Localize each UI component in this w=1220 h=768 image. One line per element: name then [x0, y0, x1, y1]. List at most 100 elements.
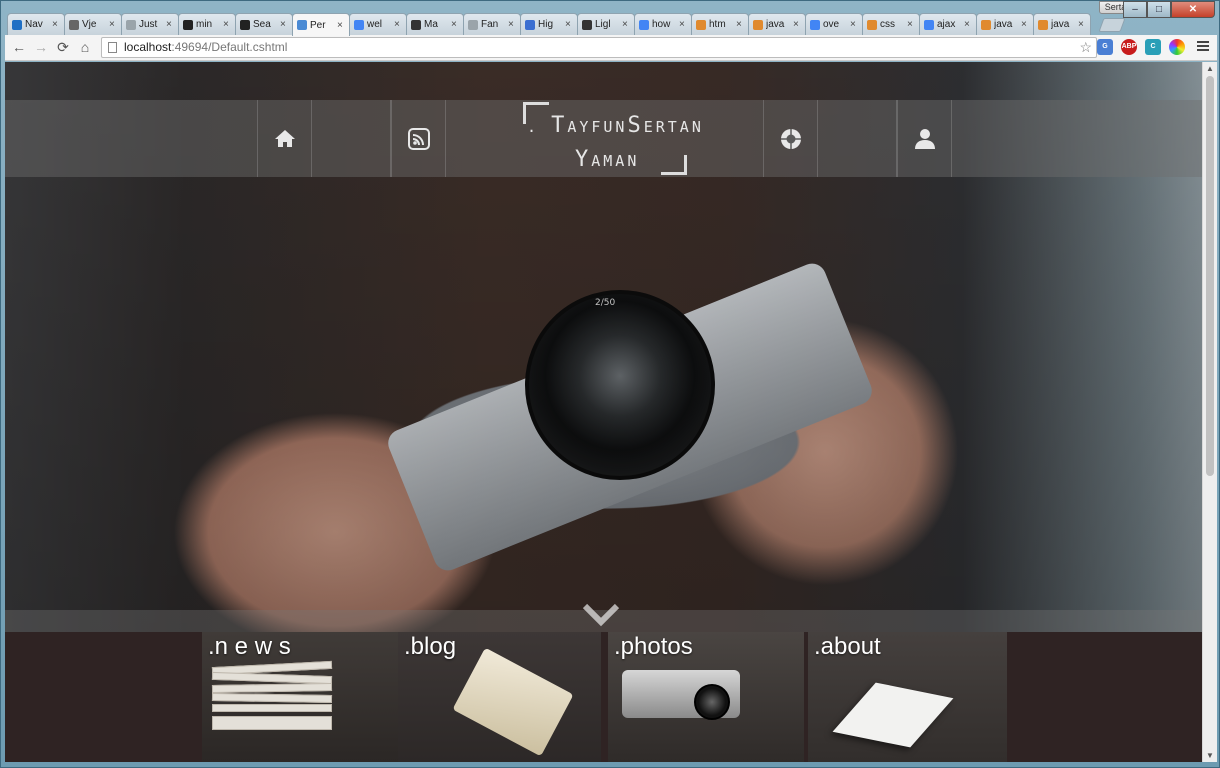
stack-icon [1038, 19, 1048, 30]
address-bar[interactable]: localhost:49694/Default.cshtml ☆ [101, 37, 1097, 58]
color-picker-icon[interactable] [1169, 39, 1185, 55]
tab-how[interactable]: how × [634, 13, 692, 35]
tab-ajax[interactable]: ajax × [919, 13, 977, 35]
tab-htm[interactable]: htm × [691, 13, 749, 35]
tab-label: java [994, 19, 1013, 30]
nav-home[interactable] [257, 100, 312, 177]
tab-ma[interactable]: Ma × [406, 13, 464, 35]
nav-photos[interactable] [763, 100, 818, 177]
tab-ligl[interactable]: Ligl × [577, 13, 635, 35]
translate-icon[interactable]: G [1097, 39, 1113, 55]
address-path: :49694/Default.cshtml [171, 40, 288, 54]
close-tab-icon[interactable]: × [1021, 19, 1029, 30]
close-tab-icon[interactable]: × [223, 19, 231, 30]
close-tab-icon[interactable]: × [736, 19, 744, 30]
google-icon [924, 19, 934, 30]
lens-marking: 2/50 [595, 298, 616, 308]
github-icon [183, 19, 193, 30]
close-tab-icon[interactable]: × [394, 19, 402, 30]
tab-label: ove [823, 19, 840, 30]
user-icon [914, 128, 935, 149]
tab-java[interactable]: java × [976, 13, 1034, 35]
home-icon [274, 129, 295, 147]
tile-blog[interactable]: .blog [398, 632, 601, 762]
tab-label: Ma [424, 19, 438, 30]
page-icon [108, 42, 117, 53]
tab-label: Hig [538, 19, 554, 30]
tab-wel[interactable]: wel × [349, 13, 407, 35]
tab-java[interactable]: java × [1033, 13, 1091, 35]
tab-per[interactable]: Per × [292, 13, 350, 36]
stack-icon [696, 19, 706, 30]
reload-button[interactable]: ⟳ [55, 39, 71, 55]
close-tab-icon[interactable]: × [508, 19, 516, 30]
tab-nav[interactable]: Nav × [7, 13, 65, 35]
tab-hig[interactable]: Hig × [520, 13, 578, 35]
extension-c-icon[interactable]: C [1145, 39, 1161, 55]
scroll-down-chevron-icon[interactable] [581, 594, 621, 634]
google-icon [639, 19, 649, 30]
page-icon [297, 20, 307, 30]
home-button[interactable]: ⌂ [77, 39, 93, 55]
google-icon [354, 19, 364, 30]
scrollbar-thumb[interactable] [1206, 76, 1214, 476]
ie-icon [12, 19, 22, 30]
tab-ove[interactable]: ove × [805, 13, 863, 35]
close-tab-icon[interactable]: × [1078, 19, 1086, 30]
close-tab-icon[interactable]: × [964, 19, 972, 30]
scroll-up-icon[interactable]: ▲ [1206, 64, 1214, 73]
tab-sea[interactable]: Sea × [235, 13, 293, 35]
menu-icon[interactable] [1197, 39, 1209, 53]
tab-fan[interactable]: Fan × [463, 13, 521, 35]
adblock-icon[interactable]: ABP [1121, 39, 1137, 55]
close-tab-icon[interactable]: × [109, 19, 117, 30]
tab-label: htm [709, 19, 726, 30]
tab-java[interactable]: java × [748, 13, 806, 35]
tab-strip: Nav × Vje × Just × min × Sea × Per × wel × Ma × Fan × Hig ×… [1, 1, 1220, 36]
tile-news[interactable]: .n e w s [202, 632, 398, 762]
tab-css[interactable]: css × [862, 13, 920, 35]
close-tab-icon[interactable]: × [52, 19, 60, 30]
site-logo[interactable]: . TAYFUNSERTAN YAMAN [521, 100, 701, 177]
close-tab-icon[interactable]: × [280, 19, 288, 30]
page-scrollbar[interactable]: ▲ ▼ [1202, 62, 1217, 762]
tab-vje[interactable]: Vje × [64, 13, 122, 35]
close-tab-icon[interactable]: × [337, 20, 345, 31]
tile-blog-title: .blog [404, 633, 457, 660]
logo-line-2: YAMAN [575, 147, 640, 172]
tile-photos[interactable]: .photos [608, 632, 804, 762]
stack-icon [753, 19, 763, 30]
close-tab-icon[interactable]: × [679, 19, 687, 30]
tab-just[interactable]: Just × [121, 13, 179, 35]
close-tab-icon[interactable]: × [622, 19, 630, 30]
maximize-button[interactable]: □ [1147, 1, 1171, 18]
tile-about[interactable]: .about [808, 632, 1007, 762]
close-tab-icon[interactable]: × [793, 19, 801, 30]
close-tab-icon[interactable]: × [451, 19, 459, 30]
back-button[interactable]: ← [11, 39, 27, 55]
minimize-button[interactable]: – [1123, 1, 1147, 18]
tile-photos-title: .photos [614, 633, 693, 660]
forward-button[interactable]: → [33, 39, 49, 55]
scroll-down-icon[interactable]: ▼ [1206, 751, 1214, 760]
close-window-button[interactable]: ✕ [1171, 1, 1215, 18]
tile-about-title: .about [814, 633, 881, 660]
close-tab-icon[interactable]: × [565, 19, 573, 30]
tab-label: Vje [82, 19, 97, 30]
close-tab-icon[interactable]: × [850, 19, 858, 30]
tab-label: Just [139, 19, 158, 30]
about-card-image [832, 682, 954, 748]
close-tab-icon[interactable]: × [907, 19, 915, 30]
nav-spacer-1 [312, 100, 391, 177]
hero-camera-lens [525, 290, 715, 480]
page-viewport: 2/50 . TAYFUNSERTAN YAMAN .n e w s .blog… [5, 62, 1202, 762]
tab-label: Ligl [595, 19, 611, 30]
tab-min[interactable]: min × [178, 13, 236, 35]
nav-rss[interactable] [391, 100, 446, 177]
close-tab-icon[interactable]: × [166, 19, 174, 30]
search-icon [240, 19, 250, 30]
tab-label: wel [367, 19, 383, 30]
bookmark-star-icon[interactable]: ☆ [1079, 38, 1092, 57]
nav-about[interactable] [897, 100, 952, 177]
globe-icon [525, 19, 535, 30]
